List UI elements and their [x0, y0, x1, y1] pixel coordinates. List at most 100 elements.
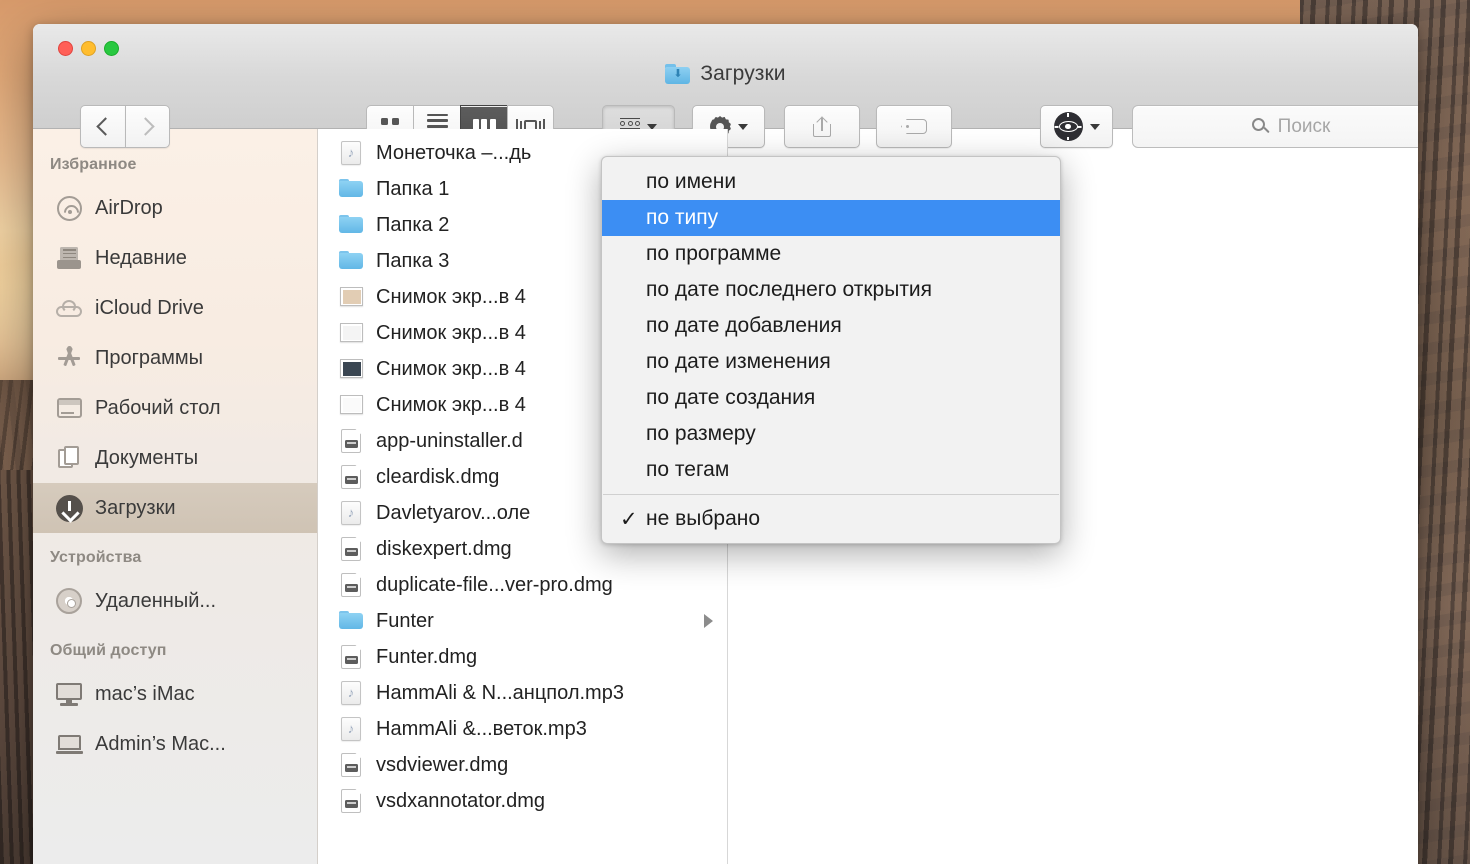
- sidebar-item-desktop[interactable]: Рабочий стол: [33, 383, 317, 433]
- sidebar-item-recents[interactable]: Недавние: [33, 233, 317, 283]
- sidebar-item-macs-imac[interactable]: mac’s iMac: [33, 669, 317, 719]
- menu-item-by-date-added[interactable]: по дате добавления: [602, 308, 1060, 344]
- folder-icon: [338, 176, 364, 202]
- eye-app-button[interactable]: [1040, 105, 1113, 148]
- disc-icon: [55, 587, 83, 615]
- menu-item-by-date-opened[interactable]: по дате последнего открытия: [602, 272, 1060, 308]
- list-item[interactable]: HammAli & N...анцпол.mp3: [318, 675, 727, 711]
- sidebar-item-downloads[interactable]: Загрузки: [33, 483, 317, 533]
- file-name: Папка 2: [376, 213, 450, 236]
- laptop-icon: [55, 730, 83, 758]
- file-name: app-uninstaller.d: [376, 429, 523, 452]
- disclosure-triangle-icon[interactable]: [704, 614, 713, 628]
- folder-icon: [338, 248, 364, 274]
- dmg-file-icon: [338, 644, 364, 670]
- file-name: Снимок экр...в 4: [376, 357, 526, 380]
- menu-item-by-name[interactable]: по имени: [602, 164, 1060, 200]
- zoom-button[interactable]: [104, 41, 119, 56]
- menu-item-label: по дате последнего открытия: [646, 278, 933, 301]
- sidebar-item-admins-mac[interactable]: Admin’s Mac...: [33, 719, 317, 769]
- imac-icon: [55, 680, 83, 708]
- folder-icon: [338, 212, 364, 238]
- downloads-folder-icon: ⬇: [665, 64, 691, 84]
- dmg-file-icon: [338, 572, 364, 598]
- sidebar-item-label: mac’s iMac: [95, 682, 195, 705]
- menu-item-label: по программе: [646, 242, 782, 265]
- list-item[interactable]: duplicate-file...ver-pro.dmg: [318, 567, 727, 603]
- file-name: duplicate-file...ver-pro.dmg: [376, 573, 613, 596]
- file-name: Снимок экр...в 4: [376, 393, 526, 416]
- screenshot-file-icon: [338, 356, 364, 382]
- menu-item-label: по тегам: [646, 458, 730, 481]
- chevron-down-icon: [1089, 123, 1100, 130]
- menu-item-label: по имени: [646, 170, 737, 193]
- sidebar-item-label: Рабочий стол: [95, 396, 221, 419]
- eye-app-icon: [1053, 112, 1083, 141]
- menu-item-by-size[interactable]: по размеру: [602, 416, 1060, 452]
- dmg-file-icon: [338, 464, 364, 490]
- list-item[interactable]: Funter: [318, 603, 727, 639]
- downloads-icon: [55, 494, 83, 522]
- sidebar-item-label: Документы: [95, 446, 199, 469]
- sidebar-item-label: Удаленный...: [95, 589, 217, 612]
- share-icon: [813, 115, 831, 137]
- window-title-area: ⬇ Загрузки: [33, 62, 1418, 86]
- list-item[interactable]: Funter.dmg: [318, 639, 727, 675]
- screenshot-file-icon: [338, 392, 364, 418]
- file-name: vsdxannotator.dmg: [376, 789, 545, 812]
- file-name: Монеточка –...дь: [376, 141, 532, 164]
- sidebar-item-applications[interactable]: Программы: [33, 333, 317, 383]
- dmg-file-icon: [338, 752, 364, 778]
- screenshot-file-icon: [338, 320, 364, 346]
- sidebar-item-airdrop[interactable]: AirDrop: [33, 183, 317, 233]
- tag-icon: [901, 119, 927, 134]
- menu-item-none[interactable]: ✓ не выбрано: [602, 501, 1060, 537]
- mp3-file-icon: [338, 716, 364, 742]
- list-item[interactable]: vsdxannotator.dmg: [318, 783, 727, 819]
- chevron-down-icon: [737, 123, 748, 130]
- dmg-file-icon: [338, 428, 364, 454]
- list-item[interactable]: HammAli &...веток.mp3: [318, 711, 727, 747]
- desktop-icon: [55, 394, 83, 422]
- mp3-file-icon: [338, 500, 364, 526]
- mp3-file-icon: [338, 140, 364, 166]
- tags-button[interactable]: [876, 105, 952, 148]
- menu-item-by-kind[interactable]: по типу: [602, 200, 1060, 236]
- search-placeholder: Поиск: [1277, 115, 1331, 137]
- menu-item-by-date-created[interactable]: по дате создания: [602, 380, 1060, 416]
- page-title: Загрузки: [700, 62, 786, 85]
- sidebar-section-header: Общий доступ: [50, 642, 167, 659]
- sidebar-item-label: Программы: [95, 346, 204, 369]
- documents-icon: [55, 444, 83, 472]
- apps-icon: [55, 344, 83, 372]
- dmg-file-icon: [338, 788, 364, 814]
- sidebar-item-icloud-drive[interactable]: iCloud Drive: [33, 283, 317, 333]
- sidebar-item-documents[interactable]: Документы: [33, 433, 317, 483]
- file-name: Папка 3: [376, 249, 450, 272]
- close-button[interactable]: [58, 41, 73, 56]
- folder-icon: [338, 608, 364, 634]
- menu-item-label: по размеру: [646, 422, 756, 445]
- menu-item-by-application[interactable]: по программе: [602, 236, 1060, 272]
- list-item[interactable]: vsdviewer.dmg: [318, 747, 727, 783]
- menu-item-by-tags[interactable]: по тегам: [602, 452, 1060, 488]
- window-controls: [58, 41, 119, 56]
- search-icon: [1251, 118, 1270, 135]
- sidebar-item-label: Недавние: [95, 246, 187, 269]
- file-name: HammAli &...веток.mp3: [376, 717, 587, 740]
- search-field[interactable]: Поиск: [1132, 105, 1418, 148]
- back-button[interactable]: [80, 105, 125, 148]
- menu-item-by-date-modified[interactable]: по дате изменения: [602, 344, 1060, 380]
- mp3-file-icon: [338, 680, 364, 706]
- forward-button[interactable]: [125, 105, 170, 148]
- sidebar-item-remote-disc[interactable]: Удаленный...: [33, 576, 317, 626]
- chevron-right-icon: [136, 117, 155, 136]
- minimize-button[interactable]: [81, 41, 96, 56]
- dmg-file-icon: [338, 536, 364, 562]
- menu-item-label: по дате добавления: [646, 314, 842, 337]
- recents-icon: [55, 244, 83, 272]
- file-name: HammAli & N...анцпол.mp3: [376, 681, 624, 704]
- file-name: Снимок экр...в 4: [376, 321, 526, 344]
- share-button[interactable]: [784, 105, 860, 148]
- file-name: Davletyarov...оле: [376, 501, 531, 524]
